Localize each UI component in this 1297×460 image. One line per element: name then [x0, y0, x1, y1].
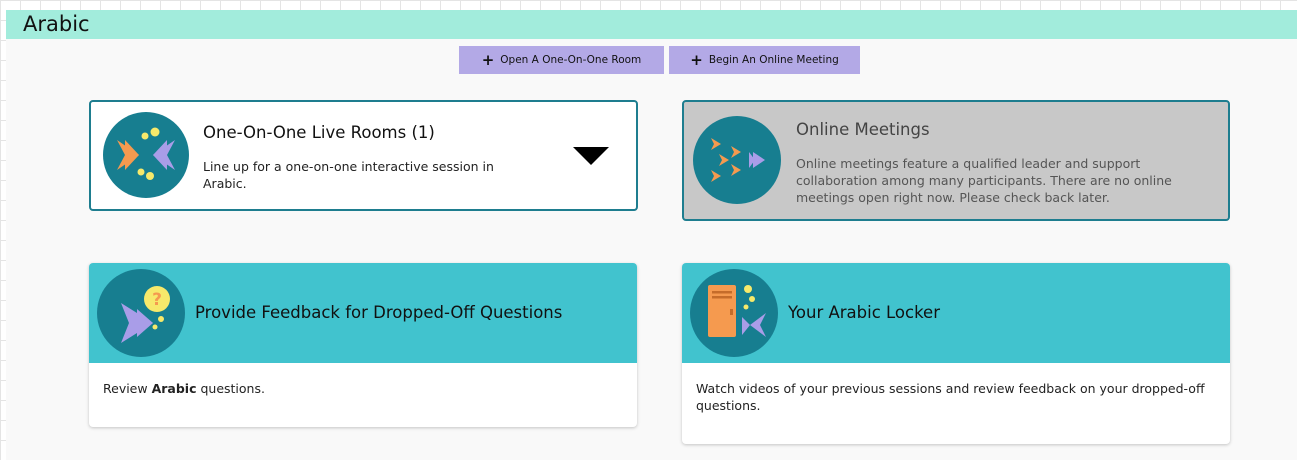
live-rooms-card[interactable]: One-On-One Live Rooms (1) Line up for a … — [89, 100, 638, 211]
begin-meeting-button[interactable]: + Begin An Online Meeting — [669, 46, 860, 74]
locker-body: Watch videos of your previous sessions a… — [696, 381, 1205, 413]
expand-caret-icon[interactable] — [573, 147, 609, 165]
online-meetings-card: Online Meetings Online meetings feature … — [682, 100, 1230, 221]
subject-name: Arabic — [151, 381, 197, 396]
school-of-fish-icon — [693, 116, 781, 204]
online-meetings-title: Online Meetings — [796, 120, 930, 139]
open-room-label: Open A One-On-One Room — [500, 54, 642, 66]
feedback-body: Review Arabic questions. — [103, 381, 265, 396]
locker-title: Your Arabic Locker — [788, 303, 940, 322]
subject-header: Arabic — [6, 10, 1297, 39]
dropped-off-feedback-card[interactable]: ? Provide Feedback for Dropped-Off Quest… — [89, 263, 637, 427]
page-title: Arabic — [23, 12, 90, 36]
live-rooms-title: One-On-One Live Rooms (1) — [203, 123, 435, 142]
svg-text:?: ? — [152, 290, 162, 310]
online-meetings-description: Online meetings feature a qualified lead… — [796, 156, 1172, 205]
open-room-button[interactable]: + Open A One-On-One Room — [459, 46, 664, 74]
live-rooms-description: Line up for a one-on-one interactive ses… — [203, 159, 494, 191]
plus-icon: + — [690, 50, 703, 69]
plus-icon: + — [481, 50, 495, 69]
fish-question-icon: ? — [97, 269, 185, 357]
locker-fish-icon — [690, 269, 778, 357]
page: Arabic + Open A One-On-One Room + Begin … — [6, 10, 1297, 460]
arabic-locker-card[interactable]: Your Arabic Locker Watch videos of your … — [682, 263, 1230, 444]
begin-meeting-label: Begin An Online Meeting — [708, 54, 839, 66]
two-fish-icon — [103, 112, 189, 198]
feedback-title: Provide Feedback for Dropped-Off Questio… — [195, 303, 563, 322]
